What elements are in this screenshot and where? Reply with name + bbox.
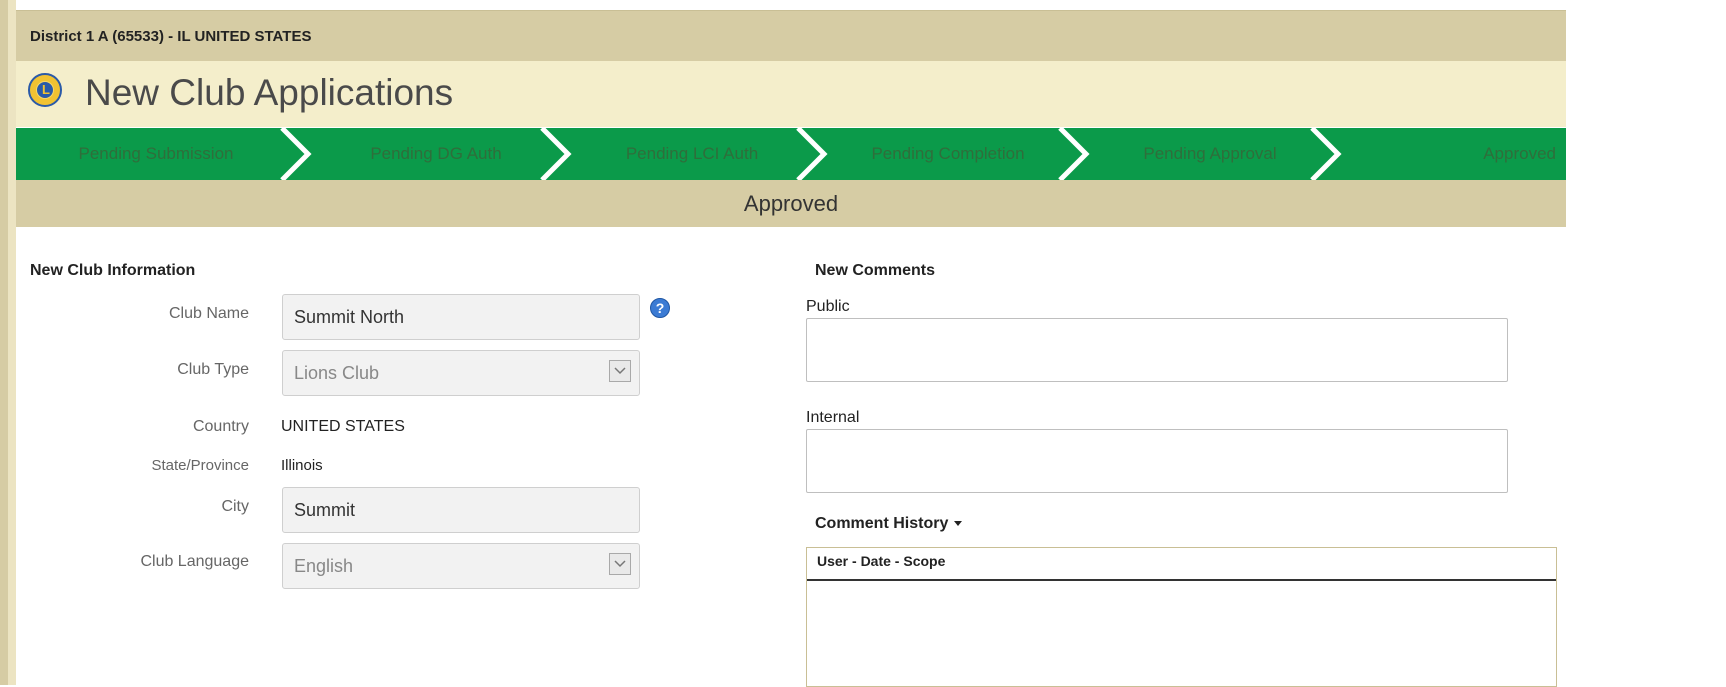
country-value: UNITED STATES <box>281 418 405 435</box>
lions-logo-icon: L <box>28 73 62 107</box>
title-band: L New Club Applications <box>16 61 1566 127</box>
public-comment-label: Public <box>806 298 850 315</box>
club-info-heading: New Club Information <box>30 262 196 279</box>
page-title: New Club Applications <box>85 72 454 113</box>
step-separator-icon <box>540 128 572 180</box>
club-language-value: English <box>294 556 354 576</box>
club-name-input[interactable]: Summit North <box>282 294 640 340</box>
club-type-value: Lions Club <box>294 363 380 383</box>
country-label: Country <box>192 418 249 435</box>
step-pending-approval: Pending Approval <box>1143 144 1277 163</box>
step-pending-lci-auth: Pending LCI Auth <box>625 144 759 163</box>
new-comments-heading: New Comments <box>815 262 936 279</box>
step-pending-completion: Pending Completion <box>871 144 1025 163</box>
workflow-steps: Pending Submission Pending DG Auth Pendi… <box>16 128 1566 180</box>
club-type-label: Club Type <box>177 361 249 378</box>
help-icon[interactable]: ? <box>650 298 670 318</box>
comment-history-columns: User - Date - Scope <box>817 553 946 569</box>
step-separator-icon <box>1058 128 1090 180</box>
club-name-label: Club Name <box>168 305 249 322</box>
city-input[interactable]: Summit <box>282 487 640 533</box>
internal-comment-textarea[interactable] <box>806 429 1508 493</box>
status-band: Approved <box>16 180 1566 227</box>
city-label: City <box>221 498 249 515</box>
left-border-inner <box>8 0 16 685</box>
district-label: District 1 A (65533) - IL UNITED STATES <box>30 28 312 45</box>
step-separator-icon <box>796 128 828 180</box>
status-text: Approved <box>743 191 839 216</box>
club-language-label: Club Language <box>140 553 249 570</box>
left-border <box>0 0 8 685</box>
step-separator-icon <box>280 128 312 180</box>
state-value: Illinois <box>281 457 323 474</box>
internal-comment-label: Internal <box>806 409 860 426</box>
step-separator-icon <box>1310 128 1342 180</box>
chevron-down-icon[interactable] <box>609 553 631 575</box>
chevron-down-icon[interactable] <box>609 360 631 382</box>
state-label: State/Province <box>151 457 249 474</box>
step-approved: Approved <box>1483 144 1556 163</box>
district-header: District 1 A (65533) - IL UNITED STATES <box>16 10 1566 61</box>
comment-history-label: Comment History <box>815 515 949 532</box>
club-language-select[interactable]: English <box>282 543 640 589</box>
club-type-select[interactable]: Lions Club <box>282 350 640 396</box>
comment-history-toggle[interactable]: Comment History <box>815 515 963 533</box>
comment-history-table: User - Date - Scope <box>806 547 1557 687</box>
step-pending-submission: Pending Submission <box>78 144 234 163</box>
public-comment-textarea[interactable] <box>806 318 1508 382</box>
comment-history-header: User - Date - Scope <box>807 548 1556 581</box>
caret-down-icon <box>954 521 963 527</box>
step-pending-dg-auth: Pending DG Auth <box>370 144 502 163</box>
